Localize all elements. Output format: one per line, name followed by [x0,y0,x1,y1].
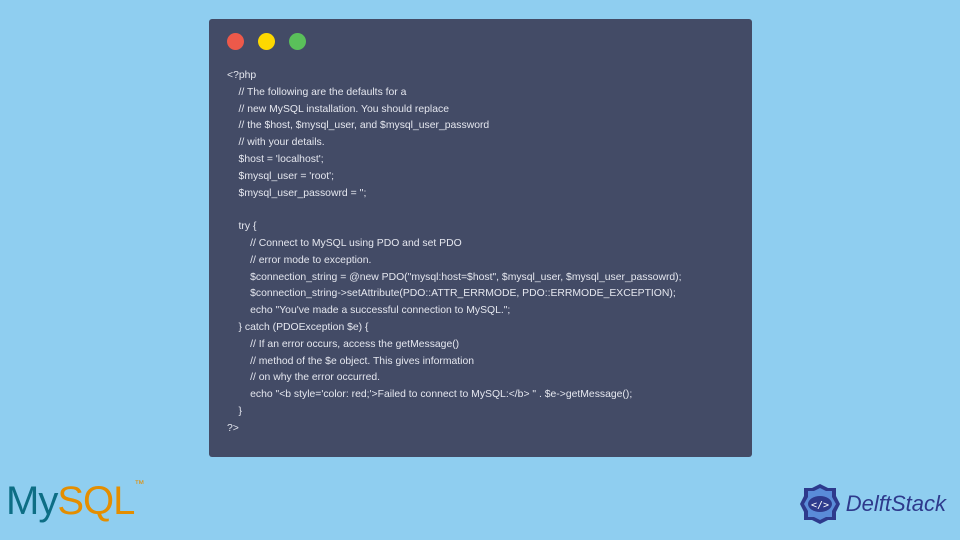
delftstack-logo: </> DelftStack [798,482,946,526]
window-traffic-lights [227,33,734,50]
mysql-logo-sql: SQL [57,479,134,523]
code-window: <?php // The following are the defaults … [209,19,752,457]
maximize-icon[interactable] [289,33,306,50]
mysql-logo: MySQL™ [6,479,143,524]
minimize-icon[interactable] [258,33,275,50]
close-icon[interactable] [227,33,244,50]
mysql-logo-tm: ™ [134,479,143,490]
svg-text:</>: </> [811,500,829,511]
delftstack-badge-icon: </> [798,482,842,526]
code-content: <?php // The following are the defaults … [227,68,734,438]
delftstack-logo-text: DelftStack [846,491,946,517]
mysql-logo-my: My [6,479,57,523]
